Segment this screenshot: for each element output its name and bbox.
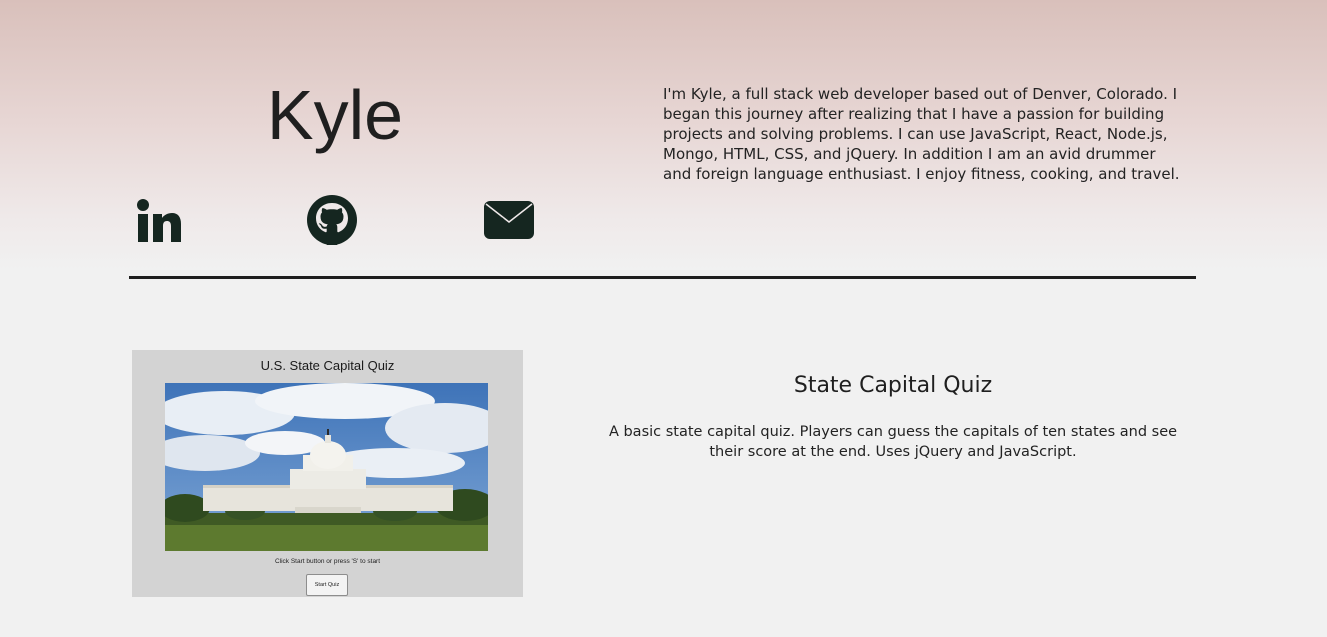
- github-icon: [307, 195, 357, 245]
- screenshot-title: U.S. State Capital Quiz: [260, 358, 395, 373]
- start-quiz-button[interactable]: Start Quiz: [306, 574, 348, 596]
- linkedin-link[interactable]: [130, 192, 186, 248]
- capitol-image: [165, 383, 488, 551]
- email-icon: [484, 201, 534, 239]
- project-title: State Capital Quiz: [793, 373, 993, 398]
- page-title: Kyle: [266, 76, 404, 154]
- email-link[interactable]: [480, 192, 538, 248]
- project-description: A basic state capital quiz. Players can …: [608, 424, 1178, 460]
- github-link[interactable]: [304, 192, 360, 248]
- bio-text: I'm Kyle, a full stack web developer bas…: [663, 85, 1180, 183]
- section-divider: [129, 276, 1196, 279]
- screenshot-caption: Click Start button or press 'S' to start: [274, 558, 381, 565]
- linkedin-icon: [137, 199, 181, 242]
- project-screenshot[interactable]: U.S. State Capital Quiz Click Start butt…: [132, 350, 523, 597]
